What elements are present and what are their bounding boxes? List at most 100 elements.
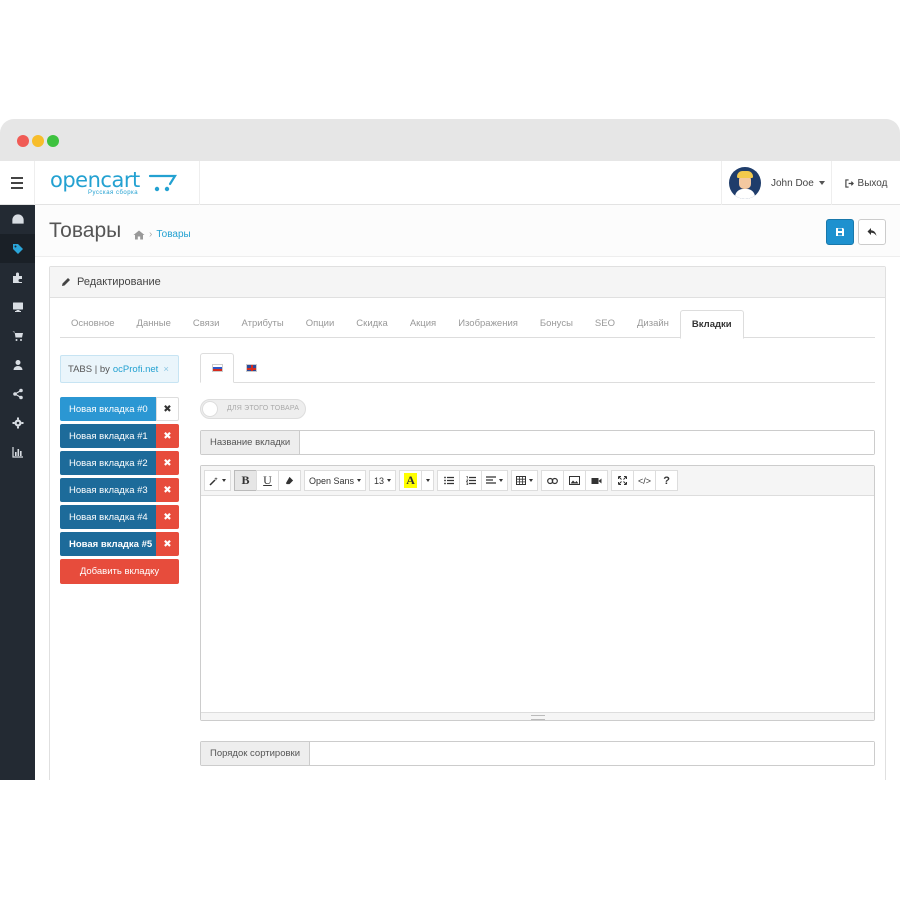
opencart-logo[interactable]: opencart Русская сборка — [50, 169, 200, 199]
video-button[interactable] — [585, 470, 609, 491]
desktop-icon — [12, 302, 23, 312]
sidebar-item-marketing[interactable] — [0, 379, 35, 408]
custom-tab-3[interactable]: Новая вкладка #3 — [60, 478, 156, 502]
tab-special[interactable]: Акция — [399, 310, 447, 337]
home-icon[interactable] — [133, 230, 145, 240]
list-item: Новая вкладка #3 ✖ — [60, 478, 179, 502]
logout-button[interactable]: Выход — [831, 161, 900, 205]
remove-tab-2-icon[interactable]: ✖ — [156, 451, 179, 475]
page-header: Товары › Товары — [35, 205, 900, 257]
sidebar-item-design[interactable] — [0, 292, 35, 321]
remove-tab-3-icon[interactable]: ✖ — [156, 478, 179, 502]
edit-panel: Редактирование Основное Данные Связи Атр… — [49, 266, 886, 780]
badge-close-icon[interactable]: × — [163, 364, 169, 375]
bold-button[interactable]: B — [234, 470, 257, 491]
remove-tab-1-icon[interactable]: ✖ — [156, 424, 179, 448]
back-button[interactable] — [858, 219, 886, 245]
logout-label: Выход — [857, 177, 888, 189]
ordered-list-button[interactable] — [459, 470, 483, 491]
close-window-dot[interactable] — [17, 135, 29, 147]
unordered-list-button[interactable] — [437, 470, 461, 491]
breadcrumb-link-products[interactable]: Товары — [156, 229, 190, 240]
sidebar-item-system[interactable] — [0, 408, 35, 437]
save-button[interactable] — [826, 219, 854, 245]
pencil-icon — [62, 278, 70, 286]
picture-icon — [569, 476, 581, 485]
tab-name-input[interactable] — [300, 431, 874, 454]
custom-tab-2[interactable]: Новая вкладка #2 — [60, 451, 156, 475]
list-item: Новая вкладка #0 ✖ — [60, 397, 179, 421]
remove-tab-5-icon[interactable]: ✖ — [156, 532, 179, 556]
sidebar-item-sales[interactable] — [0, 321, 35, 350]
english-flag-icon — [245, 364, 257, 372]
eraser-icon — [285, 476, 294, 485]
tab-seo[interactable]: SEO — [584, 310, 626, 337]
bar-chart-icon — [11, 446, 23, 458]
editor-content-area[interactable] — [201, 496, 874, 714]
paragraph-align-button[interactable] — [481, 470, 509, 491]
tab-custom-tabs[interactable]: Вкладки — [679, 310, 744, 339]
custom-tab-0[interactable]: Новая вкладка #0 — [60, 397, 156, 421]
tab-attributes[interactable]: Атрибуты — [230, 310, 294, 337]
underline-button[interactable]: U — [256, 470, 279, 491]
custom-tab-4[interactable]: Новая вкладка #4 — [60, 505, 156, 529]
remove-tab-0-icon[interactable]: ✖ — [156, 397, 179, 421]
custom-tab-5[interactable]: Новая вкладка #5 — [60, 532, 156, 556]
highlight-color-button[interactable]: A — [399, 470, 423, 491]
maximize-window-dot[interactable] — [47, 135, 59, 147]
sort-order-input[interactable] — [310, 742, 874, 765]
tab-discount[interactable]: Скидка — [345, 310, 399, 337]
clear-format-button[interactable] — [278, 470, 301, 491]
minimize-window-dot[interactable] — [32, 135, 44, 147]
sidebar-item-catalog[interactable] — [0, 234, 35, 263]
font-family-select[interactable]: Open Sans — [304, 470, 367, 491]
list-item: Новая вкладка #4 ✖ — [60, 505, 179, 529]
tab-general[interactable]: Основное — [60, 310, 126, 337]
page-title: Товары — [49, 219, 122, 242]
numbered-list-icon — [465, 476, 476, 485]
sidebar-item-extensions[interactable] — [0, 263, 35, 292]
sidebar-item-dashboard[interactable] — [0, 205, 35, 234]
help-button[interactable]: ? — [655, 470, 679, 491]
sort-order-group: Порядок сортировки — [200, 741, 875, 766]
list-item: Новая вкладка #1 ✖ — [60, 424, 179, 448]
tab-images[interactable]: Изображения — [447, 310, 529, 337]
table-button[interactable] — [511, 470, 539, 491]
link-button[interactable] — [541, 470, 565, 491]
magic-style-button[interactable] — [204, 470, 231, 491]
image-button[interactable] — [563, 470, 587, 491]
table-icon — [516, 476, 527, 485]
tab-options[interactable]: Опции — [295, 310, 346, 337]
font-family-value: Open Sans — [309, 475, 355, 486]
code-view-button[interactable]: </> — [633, 470, 657, 491]
hamburger-icon — [11, 177, 23, 179]
color-dropdown-button[interactable] — [421, 470, 435, 491]
list-item: Новая вкладка #2 ✖ — [60, 451, 179, 475]
browser-window: opencart Русская сборка John Doe Выход Т… — [0, 119, 900, 780]
tab-language-ru[interactable] — [200, 353, 234, 383]
add-tab-button[interactable]: Добавить вкладку — [60, 559, 179, 584]
fullscreen-button[interactable] — [611, 470, 635, 491]
editor-resize-handle[interactable] — [201, 712, 874, 720]
custom-tab-1[interactable]: Новая вкладка #1 — [60, 424, 156, 448]
russian-flag-icon — [211, 364, 223, 372]
remove-tab-4-icon[interactable]: ✖ — [156, 505, 179, 529]
tab-language-en[interactable] — [234, 353, 268, 383]
tab-name-label: Название вкладки — [201, 431, 301, 454]
tab-editor-column: ДЛЯ ЭТОГО ТОВАРА Название вкладки B U Op… — [200, 353, 875, 766]
tab-links[interactable]: Связи — [182, 310, 231, 337]
user-menu[interactable]: John Doe — [721, 161, 831, 205]
font-size-select[interactable]: 13 — [369, 470, 397, 491]
top-header: opencart Русская сборка John Doe Выход — [0, 161, 900, 205]
tab-design[interactable]: Дизайн — [626, 310, 680, 337]
badge-link[interactable]: ocProfi.net — [113, 364, 158, 375]
tab-name-group: Название вкладки — [200, 430, 875, 455]
share-icon — [12, 388, 23, 399]
tab-data[interactable]: Данные — [126, 310, 182, 337]
sidebar-item-customers[interactable] — [0, 350, 35, 379]
menu-toggle-button[interactable] — [0, 161, 35, 205]
puzzle-icon — [12, 272, 22, 283]
sidebar-item-reports[interactable] — [0, 437, 35, 466]
tab-reward[interactable]: Бонусы — [529, 310, 584, 337]
this-product-toggle[interactable]: ДЛЯ ЭТОГО ТОВАРА — [200, 399, 306, 419]
